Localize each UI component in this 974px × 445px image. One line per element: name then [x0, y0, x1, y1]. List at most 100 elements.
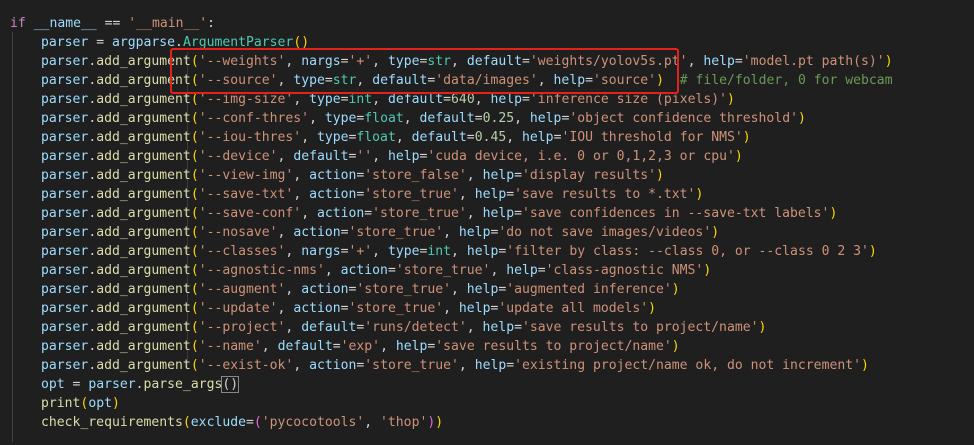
code-token-op: ,: [261, 339, 278, 354]
code-token-str: '--save-txt': [198, 187, 294, 202]
code-token-op: ,: [293, 187, 310, 202]
code-token-fn: add_argument: [96, 92, 191, 107]
code-line[interactable]: parser.add_argument('--save-conf', actio…: [41, 204, 837, 223]
code-token-op: ,: [466, 206, 483, 221]
code-token-op: ,: [506, 130, 523, 145]
code-token-op: =: [332, 339, 341, 354]
code-line[interactable]: parser.add_argument('--augment', action=…: [41, 280, 680, 299]
code-token-op: ,: [451, 244, 467, 259]
code-token-op: =: [64, 377, 89, 392]
code-token-num: 0.25: [482, 111, 515, 126]
code-token-op: ,: [443, 225, 459, 240]
code-line[interactable]: parser.add_argument('--weights', nargs='…: [41, 52, 893, 71]
code-token-op: ,: [537, 73, 554, 88]
code-token-p1: ): [711, 225, 720, 240]
code-token-fn: add_argument: [96, 225, 191, 240]
code-line[interactable]: parser.add_argument('--device', default=…: [41, 147, 743, 166]
code-token-var: parser: [41, 168, 89, 183]
code-token-var: help: [387, 149, 420, 164]
code-token-var: parser: [41, 130, 89, 145]
code-token-str: '+': [348, 54, 373, 69]
code-token-op: ,: [451, 54, 467, 69]
code-token-cls: str: [332, 73, 357, 88]
code-token-p1: (: [182, 415, 191, 430]
code-line[interactable]: print(opt): [41, 394, 120, 413]
code-token-op: =: [340, 225, 349, 240]
code-token-op: =: [514, 320, 522, 335]
code-token-var: help: [490, 92, 523, 107]
code-token-p1: (: [190, 187, 199, 202]
code-line[interactable]: parser.add_argument('--conf-thres', type…: [41, 109, 806, 128]
code-token-var: help: [553, 73, 586, 88]
code-line[interactable]: parser.add_argument('--view-img', action…: [41, 166, 664, 185]
code-token-str: '--agnostic-nms': [198, 263, 325, 278]
code-token-fn: check_requirements: [41, 415, 183, 430]
code-token-var: default: [466, 54, 523, 69]
code-token-var: help: [458, 301, 491, 316]
code-token-op: ,: [474, 92, 491, 107]
code-line[interactable]: parser = argparse.ArgumentParser(): [41, 33, 309, 52]
code-token-str: 'store_true': [348, 301, 444, 316]
code-line[interactable]: parser.add_argument('--iou-thres', type=…: [41, 128, 751, 147]
code-token-p1: ): [860, 358, 869, 373]
code-token-op: =: [340, 301, 349, 316]
code-line[interactable]: opt = parser.parse_args(): [41, 375, 240, 394]
code-token-var: action: [340, 263, 388, 278]
code-line[interactable]: parser.add_argument('--save-txt', action…: [41, 185, 703, 204]
code-token-op: ,: [403, 111, 420, 126]
code-line[interactable]: check_requirements(exclude=('pycocotools…: [41, 413, 443, 432]
code-token-op: =: [474, 111, 483, 126]
code-token-str: '--device': [198, 149, 278, 164]
code-token-p1: (: [190, 225, 199, 240]
code-token-var: parser: [41, 301, 89, 316]
code-token-op: ,: [293, 92, 310, 107]
code-token-op: ,: [372, 54, 388, 69]
code-token-op: ,: [309, 111, 325, 126]
code-token-op: =: [364, 206, 373, 221]
code-line[interactable]: if __name__ == '__main__':: [10, 14, 215, 33]
code-line[interactable]: parser.add_argument('--source', type=str…: [41, 71, 893, 90]
code-line[interactable]: parser.add_argument('--project', default…: [41, 318, 766, 337]
code-token-op: =: [514, 206, 522, 221]
code-token-var: help: [474, 358, 507, 373]
code-token-str: 'store_true': [372, 206, 467, 221]
code-token-p1: ): [734, 149, 743, 164]
code-token-cls: int: [427, 244, 452, 259]
code-token-kw: if: [10, 16, 26, 31]
code-token-p1: ): [671, 339, 680, 354]
code-token-op: =: [88, 35, 112, 50]
code-token-str: 'save results to *.txt': [514, 187, 696, 202]
code-token-p1: ): [695, 187, 704, 202]
code-line[interactable]: parser.add_argument('--nosave', action='…: [41, 223, 719, 242]
code-line[interactable]: parser.add_argument('--name', default='e…: [41, 337, 680, 356]
code-token-var: action: [309, 358, 357, 373]
code-token-op: =: [245, 415, 254, 430]
code-token-op: ,: [451, 282, 467, 297]
code-token-var: parser: [41, 244, 89, 259]
code-token-op: ,: [466, 168, 483, 183]
code-token-str: 'cuda device, i.e. 0 or 0,1,2,3 or cpu': [427, 149, 735, 164]
code-line[interactable]: parser.add_argument('--exist-ok', action…: [41, 356, 869, 375]
code-line[interactable]: parser.add_argument('--classes', nargs='…: [41, 242, 877, 261]
code-token-p1: ): [742, 130, 751, 145]
code-line[interactable]: parser.add_argument('--update', action='…: [41, 299, 656, 318]
code-token-op: ,: [285, 282, 302, 297]
code-token-fn: add_argument: [96, 244, 191, 259]
code-token-fn: add_argument: [96, 206, 191, 221]
code-token-var: __name__: [33, 16, 97, 31]
code-token-str: 'weights/yolov5s.pt': [529, 54, 688, 69]
code-token-str: 'augmented inference': [506, 282, 672, 297]
code-token-p1: (: [190, 130, 199, 145]
code-token-var: nargs: [301, 54, 341, 69]
code-line[interactable]: parser.add_argument('--img-size', type=i…: [41, 90, 735, 109]
code-token-p1: (: [190, 263, 199, 278]
code-line[interactable]: parser.add_argument('--agnostic-nms', ac…: [41, 261, 711, 280]
code-token-str: 'IOU threshold for NMS': [561, 130, 743, 145]
code-editor[interactable]: if __name__ == '__main__': parser = argpa…: [0, 0, 974, 445]
code-token-fn: add_argument: [96, 282, 191, 297]
code-token-var: parser: [41, 320, 89, 335]
code-token-op: ,: [285, 54, 302, 69]
code-token-str: 'store_false': [364, 168, 467, 183]
code-token-var: default: [372, 73, 428, 88]
code-token-var: action: [301, 282, 349, 297]
